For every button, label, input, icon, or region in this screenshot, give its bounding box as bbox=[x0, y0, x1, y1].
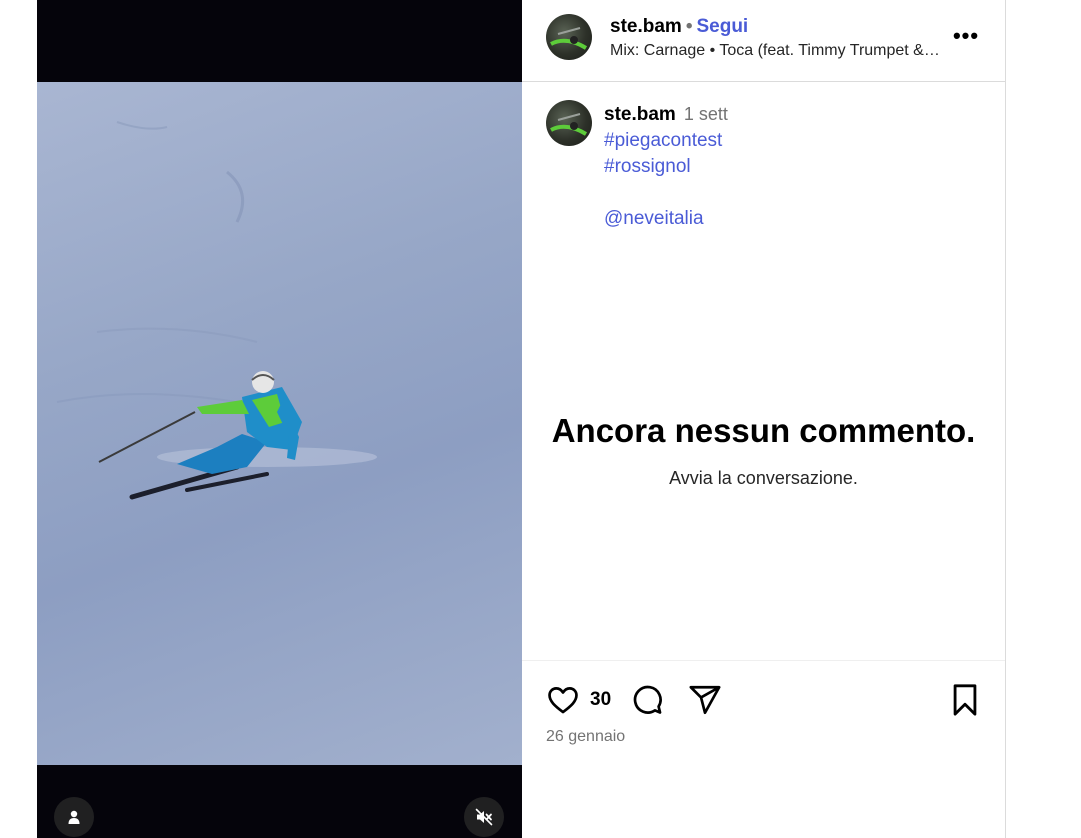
hashtag-link[interactable]: #piegacontest bbox=[604, 130, 722, 152]
more-icon: ••• bbox=[952, 23, 980, 48]
separator-dot: • bbox=[685, 16, 693, 37]
user-icon bbox=[68, 810, 80, 824]
post-date[interactable]: 26 gennaio bbox=[546, 728, 625, 746]
comment-button[interactable] bbox=[628, 681, 666, 719]
skier-scene bbox=[56, 121, 377, 500]
like-button[interactable] bbox=[544, 681, 582, 719]
mute-toggle-button[interactable] bbox=[464, 797, 504, 837]
comment-icon bbox=[633, 685, 662, 714]
audio-attribution[interactable]: Mix: Carnage • Toca (feat. Timmy Trumpet… bbox=[610, 42, 940, 60]
author-avatar[interactable] bbox=[546, 14, 592, 60]
bookmark-icon bbox=[953, 684, 977, 716]
action-bar: 30 26 gennaio bbox=[522, 660, 1005, 838]
caption-time[interactable]: 1 sett bbox=[684, 104, 728, 124]
more-options-button[interactable]: ••• bbox=[952, 23, 980, 48]
hashtag-link[interactable]: #rossignol bbox=[604, 156, 691, 178]
muted-speaker-icon bbox=[475, 808, 493, 826]
no-comments-subtitle: Avvia la conversazione. bbox=[669, 468, 858, 488]
like-count[interactable]: 30 bbox=[590, 689, 611, 711]
avatar-image bbox=[550, 27, 588, 50]
author-username[interactable]: ste.bam bbox=[610, 16, 682, 37]
share-button[interactable] bbox=[686, 681, 724, 719]
caption-avatar[interactable] bbox=[546, 100, 592, 146]
save-button[interactable] bbox=[946, 681, 984, 719]
caption-header: ste.bam 1 sett bbox=[604, 104, 728, 126]
follow-button[interactable]: Segui bbox=[696, 16, 748, 37]
video-player[interactable] bbox=[37, 0, 522, 838]
header-user-line: ste.bam • Segui bbox=[610, 16, 748, 38]
avatar-image bbox=[550, 113, 588, 136]
no-comments-title: Ancora nessun commento. bbox=[551, 412, 976, 449]
heart-icon bbox=[548, 687, 578, 714]
share-icon bbox=[689, 685, 721, 715]
tagged-users-button[interactable] bbox=[54, 797, 94, 837]
post-panel: ste.bam • Segui Mix: Carnage • Toca (feat.… bbox=[522, 0, 1005, 838]
caption-username[interactable]: ste.bam bbox=[604, 104, 676, 125]
video-frame-ski[interactable] bbox=[37, 82, 522, 765]
mention-link[interactable]: @neveitalia bbox=[604, 208, 704, 230]
post-header: ste.bam • Segui Mix: Carnage • Toca (feat.… bbox=[522, 0, 1005, 82]
panel-right-border bbox=[1005, 0, 1006, 838]
